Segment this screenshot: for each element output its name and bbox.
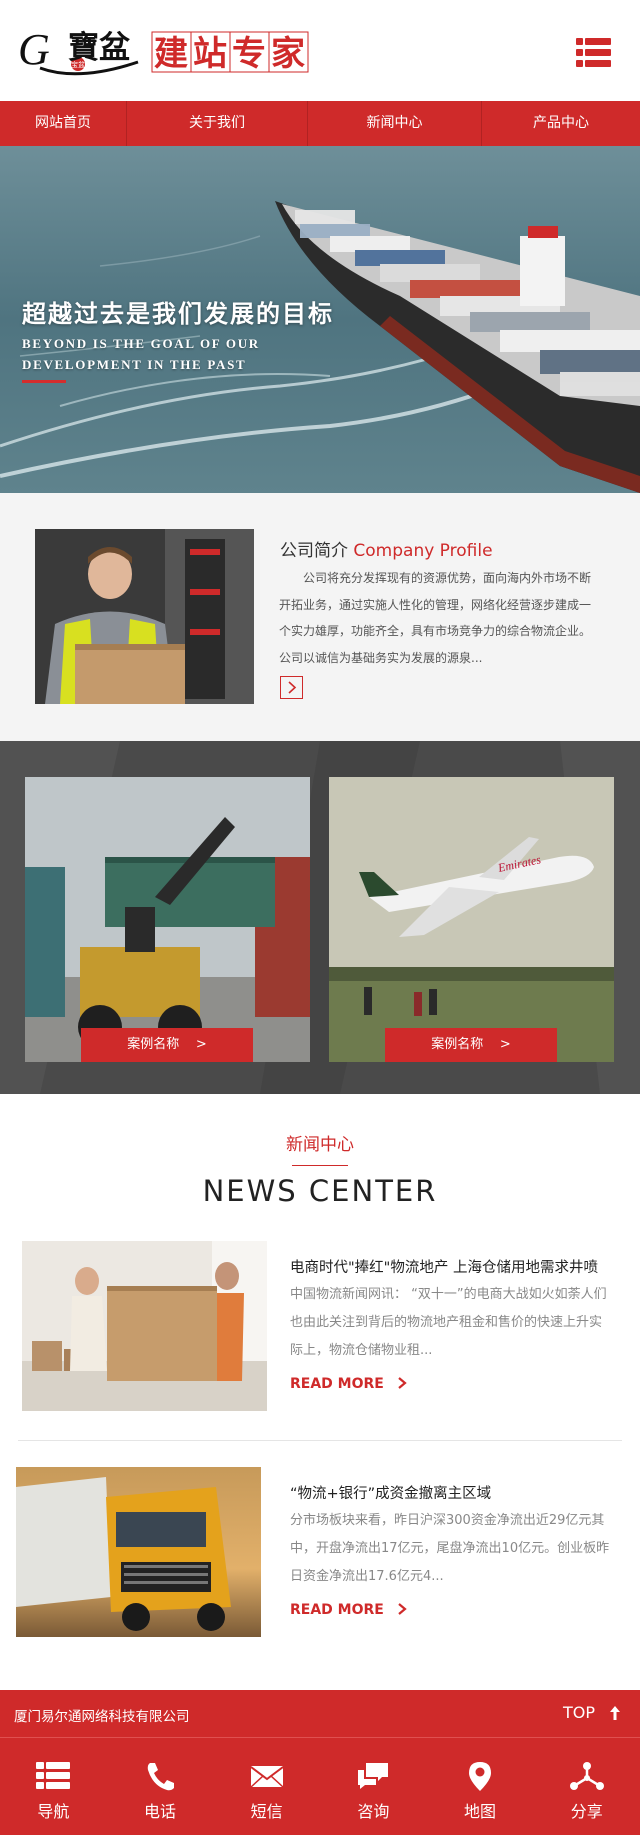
footer-bar: 厦门易尔通网络科技有限公司 TOP <box>0 1690 640 1737</box>
arrow-up-icon[interactable] <box>609 1705 621 1725</box>
profile-more-button[interactable] <box>280 676 303 699</box>
logo-letter: G <box>18 25 50 74</box>
back-to-top-link[interactable]: TOP <box>563 1703 595 1722</box>
header: G 宝盆 寶盆 建站专家 <box>0 0 640 101</box>
company-profile-section: 公司简介 Company Profile 公司将充分发挥现有的资源优势，面向海内… <box>0 493 640 741</box>
phone-icon <box>147 1763 174 1791</box>
company-name: 厦门易尔通网络科技有限公司 <box>14 1709 190 1725</box>
news-divider <box>18 1440 622 1441</box>
profile-photo <box>35 529 254 704</box>
news-image-2 <box>16 1467 261 1637</box>
news-title-2[interactable]: “物流+银行”成资金撤离主区域 <box>290 1482 610 1503</box>
bottom-nav-share[interactable]: 分享 <box>533 1738 640 1835</box>
case-label-2: 案例名称 > <box>385 1028 557 1062</box>
profile-title-en: Company Profile <box>353 541 493 561</box>
chevron-right-icon <box>288 681 297 694</box>
hero-banner[interactable]: 超越过去是我们发展的目标 BEYOND IS THE GOAL OF OUR D… <box>0 146 640 493</box>
envelope-icon <box>250 1766 284 1788</box>
banner-subtitle: BEYOND IS THE GOAL OF OUR DEVELOPMENT IN… <box>22 336 260 372</box>
list-icon <box>36 1762 71 1789</box>
bottom-nav-consult[interactable]: 咨询 <box>320 1738 427 1835</box>
logo-brand-cn: 寶盆 <box>68 30 130 66</box>
news-heading-cn: 新闻中心 <box>286 1135 354 1155</box>
read-more-link-1[interactable]: READ MORE <box>290 1376 409 1392</box>
cases-section: 案例名称 > Emirates 案例名称 > <box>0 741 640 1094</box>
chevron-right-icon <box>398 1603 407 1615</box>
bottom-nav-label: 地图 <box>464 1802 497 1821</box>
case-arrow: > <box>499 1037 511 1052</box>
bottom-nav: 导航 电话 短信 咨询 地图 分享 <box>0 1737 640 1835</box>
nav-item-about[interactable]: 关于我们 <box>127 101 308 146</box>
logo-tagline: 建站专家 <box>154 34 310 74</box>
bottom-nav-menu[interactable]: 导航 <box>0 1738 107 1835</box>
site-logo[interactable]: G 宝盆 寶盆 建站专家 <box>18 24 343 80</box>
news-desc-1: 中国物流新闻网讯： “双十一”的电商大战如火如荼人们也由此关注到背后的物流地产租… <box>290 1287 607 1358</box>
bottom-nav-label: 分享 <box>570 1802 603 1821</box>
case-arrow: > <box>195 1037 207 1052</box>
bottom-nav-label: 导航 <box>37 1802 70 1821</box>
nav-item-products[interactable]: 产品中心 <box>482 101 640 146</box>
news-heading-en: NEWS CENTER <box>202 1174 438 1208</box>
read-more-link-2[interactable]: READ MORE <box>290 1602 409 1618</box>
map-pin-icon <box>469 1762 492 1791</box>
news-image-1 <box>22 1241 267 1411</box>
read-more-text: READ MORE <box>290 1376 384 1392</box>
case-card-2[interactable]: Emirates 案例名称 > <box>329 777 614 1062</box>
bottom-nav-label: 咨询 <box>357 1802 390 1821</box>
nav-item-news[interactable]: 新闻中心 <box>308 101 482 146</box>
main-nav: 网站首页 关于我们 新闻中心 产品中心 <box>0 101 640 146</box>
case-photo-airplane: Emirates <box>329 777 614 1062</box>
read-more-text: READ MORE <box>290 1602 384 1618</box>
bottom-nav-map[interactable]: 地图 <box>427 1738 534 1835</box>
news-item-1[interactable]: 电商时代"捧红"物流地产 上海仓储用地需求井喷 中国物流新闻网讯： “双十一”的… <box>0 1241 640 1416</box>
case-photo-container-loader <box>25 777 310 1062</box>
logo-graphic: G 宝盆 寶盆 建站专家 <box>18 25 310 76</box>
case-card-1[interactable]: 案例名称 > <box>25 777 310 1062</box>
news-item-2[interactable]: “物流+银行”成资金撤离主区域 分市场板块来看，昨日沪深300资金净流出近29亿… <box>0 1467 640 1642</box>
profile-title: 公司简介 Company Profile <box>280 536 493 561</box>
bottom-nav-label: 电话 <box>144 1802 177 1821</box>
case-label-text: 案例名称 <box>431 1037 484 1052</box>
bottom-nav-phone[interactable]: 电话 <box>107 1738 214 1835</box>
news-desc-2: 分市场板块来看，昨日沪深300资金净流出近29亿元其中，开盘净流出17亿元，尾盘… <box>290 1513 610 1584</box>
banner-title: 超越过去是我们发展的目标 <box>22 299 334 328</box>
news-title-1[interactable]: 电商时代"捧红"物流地产 上海仓储用地需求井喷 <box>290 1256 610 1277</box>
nav-item-home[interactable]: 网站首页 <box>0 101 127 146</box>
share-icon <box>569 1762 604 1790</box>
news-heading-underline <box>292 1165 348 1166</box>
bottom-nav-sms[interactable]: 短信 <box>213 1738 320 1835</box>
chevron-right-icon <box>398 1377 407 1389</box>
bottom-nav-label: 短信 <box>250 1802 283 1821</box>
menu-icon[interactable] <box>576 38 611 67</box>
case-label-text: 案例名称 <box>127 1037 180 1052</box>
news-section-header: 新闻中心 NEWS CENTER <box>0 1130 640 1208</box>
case-label-1: 案例名称 > <box>81 1028 253 1062</box>
chat-icon <box>358 1763 389 1789</box>
profile-title-cn: 公司简介 <box>280 541 348 561</box>
banner-accent-line <box>22 380 66 383</box>
profile-text: 公司将充分发挥现有的资源优势，面向海内外市场不断开拓业务，通过实施人性化的管理，… <box>279 571 592 665</box>
